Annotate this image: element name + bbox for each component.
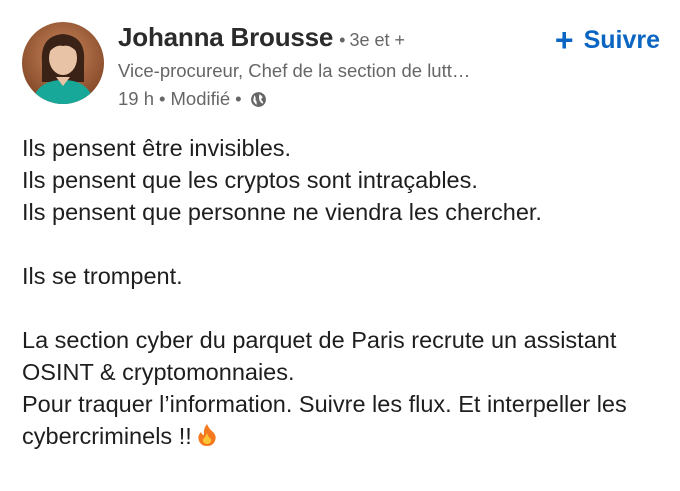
post-line: Ils pensent être invisibles.	[22, 135, 292, 161]
post-line-text: cybercriminels !!	[22, 423, 192, 449]
post-body: Ils pensent être invisibles. Ils pensent…	[22, 132, 672, 452]
plus-icon: +	[554, 22, 574, 58]
post-time: 19 h	[118, 88, 155, 109]
follow-button[interactable]: + Suivre	[554, 22, 660, 58]
separator-dot: •	[339, 30, 346, 50]
post-line: Ils pensent que personne ne viendra les …	[22, 199, 542, 225]
separator-dot: •	[235, 88, 242, 109]
profile-photo	[22, 22, 104, 104]
connection-degree-label: 3e et +	[349, 30, 406, 50]
post-line-last: cybercriminels !!	[22, 420, 672, 452]
connection-degree: • 3e et +	[339, 30, 405, 51]
post-line: Ils se trompent.	[22, 263, 183, 289]
post-line: La section cyber du parquet de Paris rec…	[22, 327, 617, 353]
author-headline: Vice-procureur, Chef de la section de lu…	[118, 60, 471, 81]
post-header: Johanna Brousse • 3e et + + Suivre Vice-p…	[0, 0, 680, 120]
separator-dot: •	[159, 88, 166, 109]
fire-icon	[196, 423, 218, 447]
post-line: Ils pensent que les cryptos sont intraça…	[22, 167, 478, 193]
edited-label: Modifié	[170, 88, 231, 109]
author-line: Johanna Brousse • 3e et +	[118, 22, 405, 53]
avatar[interactable]	[22, 22, 104, 104]
follow-label: Suivre	[583, 26, 660, 54]
post-line: OSINT & cryptomonnaies.	[22, 359, 295, 385]
post-line: Pour traquer l’information. Suivre les f…	[22, 391, 627, 417]
author-name[interactable]: Johanna Brousse	[118, 22, 333, 53]
globe-icon	[250, 91, 267, 108]
post-meta: 19 h • Modifié •	[118, 88, 267, 110]
